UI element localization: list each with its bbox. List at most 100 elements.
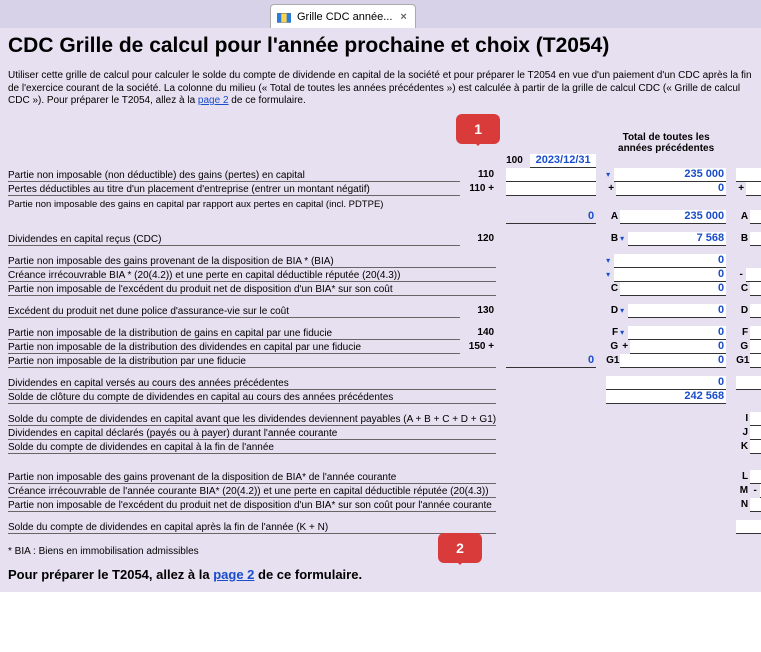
tab-active[interactable]: Grille CDC année... × bbox=[270, 4, 416, 28]
marker-J: J bbox=[736, 427, 750, 438]
marker-D-t: D bbox=[736, 305, 750, 316]
total-120[interactable]: 7 568 bbox=[750, 232, 761, 246]
footer-link-page2[interactable]: page 2 bbox=[213, 567, 254, 582]
tab-title: Grille CDC année... bbox=[297, 11, 392, 23]
label-130: Excédent du produit net dune police d'as… bbox=[8, 304, 460, 318]
label-A: Partie non imposable des gains en capita… bbox=[8, 196, 496, 210]
marker-A-t: A bbox=[736, 211, 750, 222]
label-bia2: Créance irrécouvrable BIA * (20(4.2)) et… bbox=[8, 268, 496, 282]
marker-B-t: B bbox=[736, 233, 750, 244]
total-L[interactable] bbox=[750, 470, 761, 484]
prev-sold[interactable]: 242 568 bbox=[606, 390, 726, 404]
callout-2: 2 bbox=[438, 533, 482, 563]
total-column: Total 235 000 +0 A235 000 B7 568 -0 C0 D… bbox=[736, 120, 761, 534]
label-sold: Solde de clôture du compte de dividendes… bbox=[8, 390, 496, 404]
label-120: Dividendes en capital reçus (CDC) bbox=[8, 232, 460, 246]
marker-K: K bbox=[736, 441, 750, 452]
prev-bia1[interactable]: 0 bbox=[614, 254, 726, 268]
field-A-cur[interactable]: 0 bbox=[506, 210, 596, 224]
marker-M: M bbox=[736, 485, 750, 496]
intro-after: de ce formulaire. bbox=[229, 95, 306, 106]
label-140: Partie non imposable de la distribution … bbox=[8, 326, 460, 340]
field-100-date[interactable]: 2023/12/31 bbox=[530, 154, 596, 168]
code-140: 140 bbox=[460, 327, 496, 338]
marker-N: N bbox=[736, 499, 750, 510]
marker-F-t: F bbox=[736, 327, 750, 338]
field-110-cur[interactable] bbox=[506, 168, 596, 182]
total-150[interactable]: 0 bbox=[750, 340, 761, 354]
code-120: 120 bbox=[460, 233, 496, 244]
dropdown-icon[interactable]: ▾ bbox=[606, 257, 614, 265]
label-K: Solde du compte de dividendes en capital… bbox=[8, 440, 496, 454]
intro-before: Utiliser cette grille de calcul pour cal… bbox=[8, 70, 752, 106]
label-I: Solde du compte de dividendes en capital… bbox=[8, 412, 496, 426]
code-100: 100 bbox=[506, 155, 530, 166]
intro-text: Utiliser cette grille de calcul pour cal… bbox=[8, 70, 753, 108]
marker-L: L bbox=[736, 471, 750, 482]
total-bia2[interactable]: 0 bbox=[746, 268, 761, 282]
total-N[interactable]: 0 bbox=[750, 498, 761, 512]
prev-110p[interactable]: 0 bbox=[616, 182, 726, 196]
marker-G: G bbox=[606, 341, 620, 352]
marker-F: F bbox=[606, 327, 620, 338]
label-M: Créance irrécouvrable de l'année courant… bbox=[8, 484, 496, 498]
total-K[interactable]: 0 bbox=[750, 440, 761, 454]
dropdown-icon[interactable]: ▾ bbox=[620, 307, 628, 315]
prev-G1[interactable]: 0 bbox=[620, 354, 726, 368]
total-C[interactable]: 0 bbox=[750, 282, 761, 296]
dropdown-icon[interactable]: ▾ bbox=[620, 235, 628, 243]
total-A[interactable]: 235 000 bbox=[750, 210, 761, 224]
labels-column: Partie non imposable (non déductible) de… bbox=[8, 120, 496, 534]
label-divp: Dividendes en capital versés au cours de… bbox=[8, 376, 496, 390]
prev-140[interactable]: 0 bbox=[628, 326, 726, 340]
code-110: 110 bbox=[460, 169, 496, 180]
marker-D: D bbox=[606, 305, 620, 316]
form-icon bbox=[277, 11, 291, 23]
op-plus: + bbox=[606, 183, 616, 194]
field-110p-cur[interactable] bbox=[506, 182, 596, 196]
prev-bia2[interactable]: 0 bbox=[614, 268, 726, 282]
marker-A: A bbox=[606, 211, 620, 222]
label-KN: Solde du compte de dividendes en capital… bbox=[8, 520, 496, 534]
total-140[interactable]: 0 bbox=[750, 326, 761, 340]
total-110p[interactable]: 0 bbox=[746, 182, 761, 196]
code-110p: 110 + bbox=[460, 183, 496, 194]
dropdown-icon[interactable]: ▾ bbox=[606, 271, 614, 279]
total-I[interactable]: 242 568 bbox=[750, 412, 761, 426]
marker-G1: G1 bbox=[606, 355, 620, 366]
marker-C-t: C bbox=[736, 283, 750, 294]
label-L: Partie non imposable des gains provenant… bbox=[8, 470, 496, 484]
label-G1: Partie non imposable de la distribution … bbox=[8, 354, 496, 368]
label-110p: Pertes déductibles au titre d'un placeme… bbox=[8, 182, 460, 196]
page-title: CDC Grille de calcul pour l'année procha… bbox=[8, 34, 753, 58]
prev-110[interactable]: 235 000 bbox=[614, 168, 726, 182]
page: CDC Grille de calcul pour l'année procha… bbox=[0, 28, 761, 592]
prev-150[interactable]: 0 bbox=[630, 340, 726, 354]
marker-C: C bbox=[606, 283, 620, 294]
label-C: Partie non imposable de l'excédent du pr… bbox=[8, 282, 496, 296]
code-150p: 150 + bbox=[460, 341, 496, 352]
dropdown-icon[interactable]: ▾ bbox=[620, 329, 628, 337]
total-KN[interactable]: 0 bbox=[736, 520, 761, 534]
total-divp[interactable]: 0 bbox=[736, 376, 761, 390]
total-130[interactable]: 0 bbox=[750, 304, 761, 318]
total-110[interactable]: 235 000 bbox=[736, 168, 761, 182]
label-J: Dividendes en capital déclarés (payés ou… bbox=[8, 426, 496, 440]
close-icon[interactable]: × bbox=[398, 11, 408, 23]
prev-divp[interactable]: 0 bbox=[606, 376, 726, 390]
total-J[interactable]: 242 568 bbox=[750, 426, 761, 440]
header-prev: Total de toutes les années précédentes bbox=[606, 120, 726, 154]
prev-120[interactable]: 7 568 bbox=[628, 232, 726, 246]
date-column: 1 1002023/12/31 0 0 bbox=[506, 120, 596, 534]
prev-A[interactable]: 235 000 bbox=[620, 210, 726, 224]
footnote: * BIA : Biens en immobilisation admissib… bbox=[8, 546, 753, 557]
label-bia1: Partie non imposable des gains provenant… bbox=[8, 254, 496, 268]
prev-C[interactable]: 0 bbox=[620, 282, 726, 296]
code-130: 130 bbox=[460, 305, 496, 316]
field-G1-cur[interactable]: 0 bbox=[506, 354, 596, 368]
dropdown-icon[interactable]: ▾ bbox=[606, 171, 614, 179]
label-110: Partie non imposable (non déductible) de… bbox=[8, 168, 460, 182]
total-G1[interactable]: 0 bbox=[750, 354, 761, 368]
intro-link-page2[interactable]: page 2 bbox=[198, 95, 229, 106]
prev-130[interactable]: 0 bbox=[628, 304, 726, 318]
